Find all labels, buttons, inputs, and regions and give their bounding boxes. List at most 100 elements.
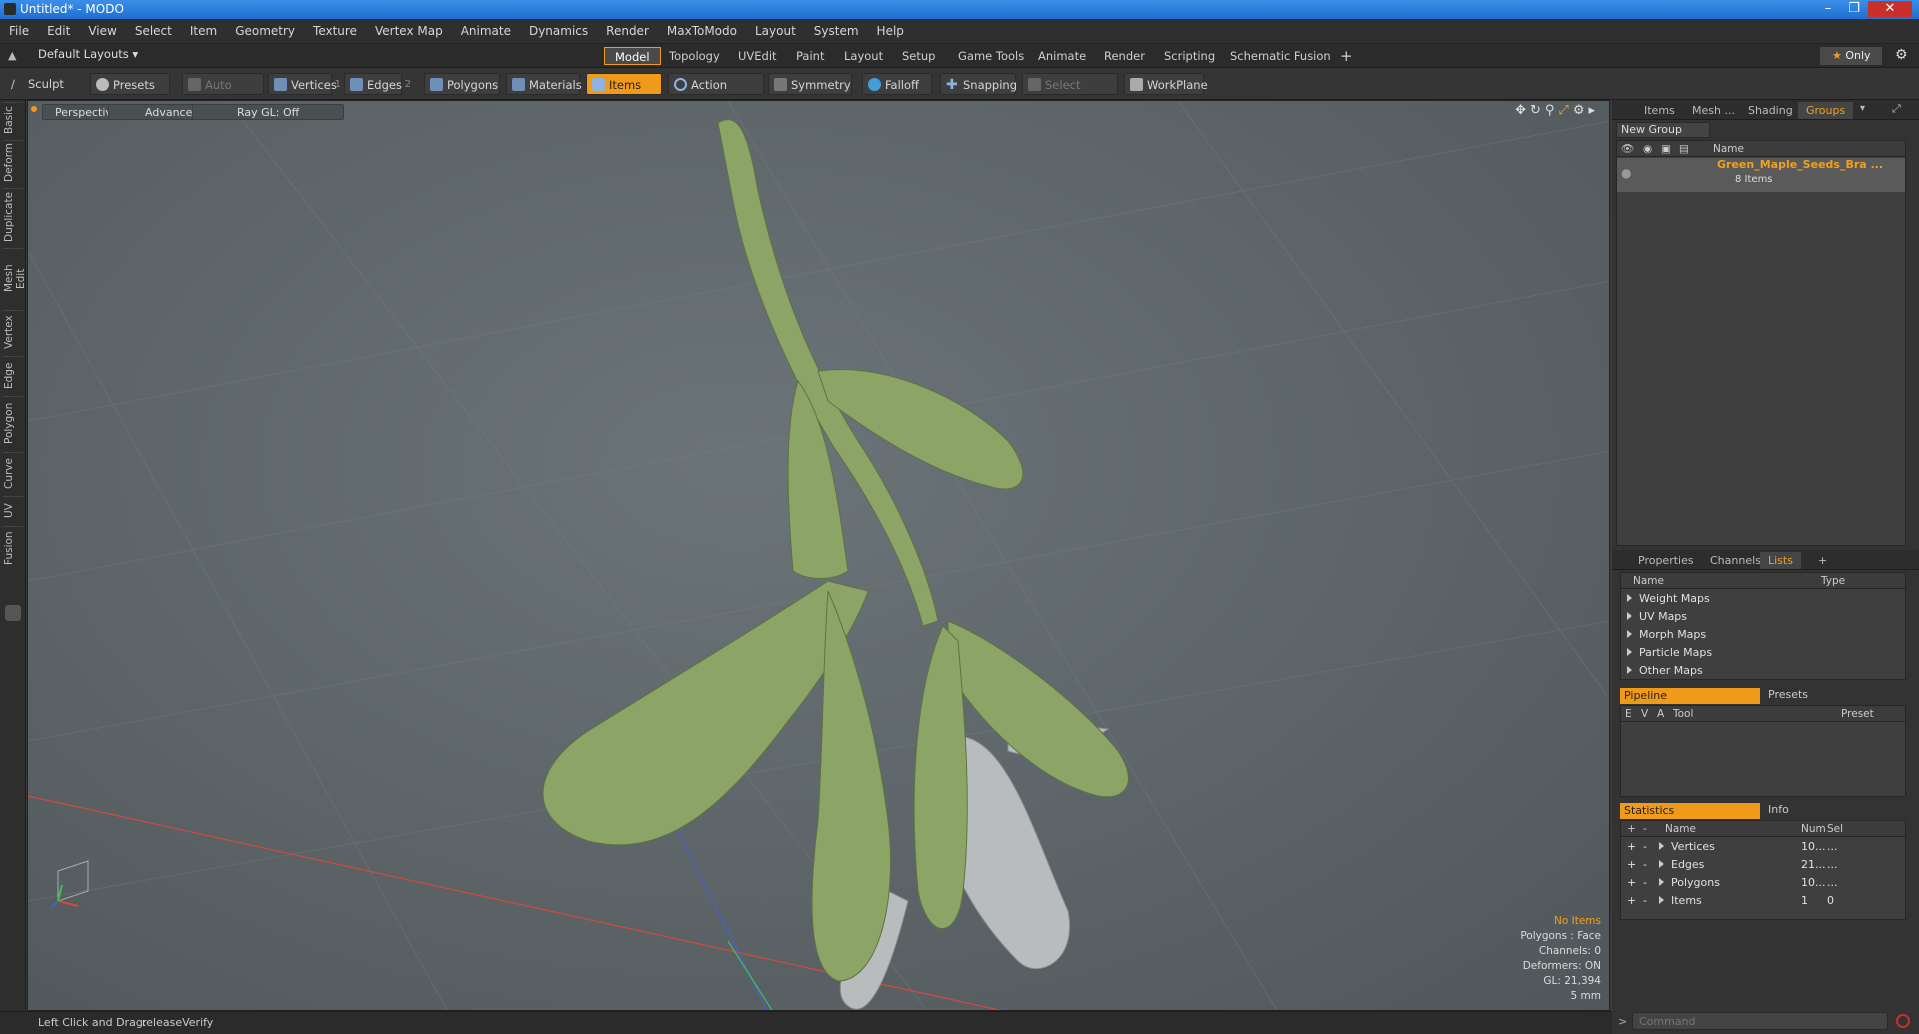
tab-layout[interactable]: Layout — [834, 47, 893, 65]
menu-item[interactable]: Item — [181, 19, 226, 43]
stat-row-items[interactable]: + - Items 1 0 — [1621, 892, 1905, 910]
menu-dynamics[interactable]: Dynamics — [520, 19, 597, 43]
expand-icon[interactable] — [1627, 612, 1632, 620]
add-panel-tab[interactable]: + — [1810, 552, 1835, 569]
add-icon[interactable]: + — [1627, 892, 1636, 910]
minimize-button[interactable]: – — [1816, 1, 1840, 17]
add-icon[interactable]: + — [1627, 838, 1636, 856]
falloff-button[interactable]: Falloff — [862, 73, 932, 95]
list-item-weight-maps[interactable]: Weight Maps — [1621, 590, 1710, 608]
menu-help[interactable]: Help — [868, 19, 913, 43]
tab-lists[interactable]: Lists — [1760, 552, 1801, 569]
list-item-particle-maps[interactable]: Particle Maps — [1621, 644, 1712, 662]
vtab-deform[interactable]: Deform — [3, 140, 23, 186]
vertices-button[interactable]: Vertices 1 — [268, 73, 341, 95]
expand-icon[interactable] — [1627, 630, 1632, 638]
add-icon[interactable]: + — [1627, 856, 1636, 874]
eye-icon[interactable]: ● — [1621, 166, 1631, 180]
tab-mesh[interactable]: Mesh ... — [1684, 102, 1743, 119]
palette-toggle[interactable] — [5, 605, 21, 621]
auto-select-button[interactable]: Auto Select — [182, 73, 264, 114]
presets-button[interactable]: Presets F6 — [90, 73, 170, 114]
group-row[interactable]: ● Green_Maple_Seeds_Bra ... 8 Items — [1617, 158, 1905, 192]
stat-row-polygons[interactable]: + - Polygons 10... ... — [1621, 874, 1905, 892]
tab-info[interactable]: Info — [1768, 803, 1789, 816]
close-button[interactable]: ✕ — [1868, 1, 1912, 17]
tab-items[interactable]: Items — [1636, 102, 1683, 119]
remove-icon[interactable]: - — [1643, 892, 1647, 910]
command-input[interactable] — [1632, 1012, 1888, 1030]
panel-dropdown-icon[interactable]: ▾ — [1860, 103, 1865, 114]
record-icon[interactable] — [1896, 1014, 1910, 1028]
tab-topology[interactable]: Topology — [659, 47, 730, 65]
expand-icon[interactable] — [1659, 842, 1664, 850]
vtab-mesh-edit[interactable]: Mesh Edit — [3, 248, 27, 308]
vtab-fusion[interactable]: Fusion — [3, 526, 23, 570]
items-button[interactable]: Items — [586, 73, 662, 95]
tab-schematic-fusion[interactable]: Schematic Fusion — [1220, 47, 1341, 65]
expand-arrow-icon[interactable]: ▸ — [1588, 103, 1599, 118]
menu-view[interactable]: View — [79, 19, 125, 43]
add-tab-button[interactable]: + — [1330, 47, 1363, 65]
pan-icon[interactable]: ✥ — [1515, 103, 1530, 118]
new-group-button[interactable]: New Group — [1616, 122, 1710, 138]
vtab-duplicate[interactable]: Duplicate — [3, 188, 23, 246]
sculpt-button[interactable]: ∕ Sculpt — [6, 73, 86, 95]
gear-icon[interactable]: ⚙ — [1895, 47, 1908, 63]
tab-pipeline[interactable]: Pipeline — [1620, 688, 1760, 704]
expand-icon[interactable] — [1659, 860, 1664, 868]
symmetry-button[interactable]: Symmetry — [768, 73, 852, 95]
vtab-polygon[interactable]: Polygon — [3, 396, 23, 450]
list-item-uv-maps[interactable]: UV Maps — [1621, 608, 1687, 626]
vtab-curve[interactable]: Curve — [3, 452, 23, 494]
materials-button[interactable]: Materials — [506, 73, 582, 95]
menu-edit[interactable]: Edit — [38, 19, 79, 43]
add-icon[interactable]: + — [1627, 874, 1636, 892]
polygons-button[interactable]: Polygons — [424, 73, 500, 95]
tab-presets[interactable]: Presets — [1768, 688, 1808, 701]
tab-shading[interactable]: Shading — [1740, 102, 1801, 119]
stat-row-vertices[interactable]: + - Vertices 10... ... — [1621, 838, 1905, 856]
remove-icon[interactable]: - — [1643, 838, 1647, 856]
tab-groups[interactable]: Groups — [1798, 102, 1854, 119]
tab-scripting[interactable]: Scripting — [1154, 47, 1225, 65]
tab-model[interactable]: Model — [604, 47, 661, 65]
remove-icon[interactable]: - — [1643, 874, 1647, 892]
vtab-uv[interactable]: UV — [3, 496, 23, 524]
tab-channels[interactable]: Channels — [1702, 552, 1769, 569]
maximize-panel-icon[interactable]: ⤢ — [1892, 102, 1901, 116]
vtab-basic[interactable]: Basic — [3, 102, 23, 138]
expand-icon[interactable] — [1627, 594, 1632, 602]
fit-icon[interactable]: ⤢ — [1558, 103, 1572, 118]
rotate-icon[interactable]: ↻ — [1530, 103, 1545, 118]
zoom-icon[interactable]: ⚲ — [1545, 103, 1559, 118]
raygl-toggle[interactable]: Ray GL: Off — [192, 104, 345, 120]
viewport-options-icon[interactable] — [31, 106, 37, 112]
only-toggle[interactable]: ★ Only — [1820, 47, 1882, 65]
tab-uvedit[interactable]: UVEdit — [728, 47, 787, 65]
expand-icon[interactable] — [1659, 896, 1664, 904]
remove-icon[interactable]: - — [1643, 856, 1647, 874]
tab-render[interactable]: Render — [1094, 47, 1155, 65]
expand-icon[interactable] — [1627, 666, 1632, 674]
snapping-button[interactable]: ✚ Snapping — [940, 73, 1017, 95]
tab-paint[interactable]: Paint — [786, 47, 834, 65]
tab-statistics[interactable]: Statistics — [1620, 803, 1760, 819]
edges-button[interactable]: Edges 2 — [344, 73, 411, 95]
expand-icon[interactable] — [1627, 648, 1632, 656]
menu-select[interactable]: Select — [126, 19, 181, 43]
list-item-other-maps[interactable]: Other Maps — [1621, 662, 1703, 680]
list-item-morph-maps[interactable]: Morph Maps — [1621, 626, 1706, 644]
select-through-button[interactable]: Select Through — [1022, 73, 1118, 114]
stat-row-edges[interactable]: + - Edges 21... ... — [1621, 856, 1905, 874]
restore-button[interactable]: ❐ — [1842, 1, 1866, 17]
tab-properties[interactable]: Properties — [1630, 552, 1702, 569]
tab-animate[interactable]: Animate — [1028, 47, 1096, 65]
vtab-vertex[interactable]: Vertex — [3, 310, 23, 354]
expand-icon[interactable] — [1659, 878, 1664, 886]
menu-file[interactable]: File — [0, 19, 38, 43]
menu-vertex-map[interactable]: Vertex Map — [366, 19, 452, 43]
menu-system[interactable]: System — [805, 19, 868, 43]
vtab-edge[interactable]: Edge — [3, 356, 23, 394]
layout-selector[interactable]: Default Layouts ▾ — [38, 47, 138, 61]
